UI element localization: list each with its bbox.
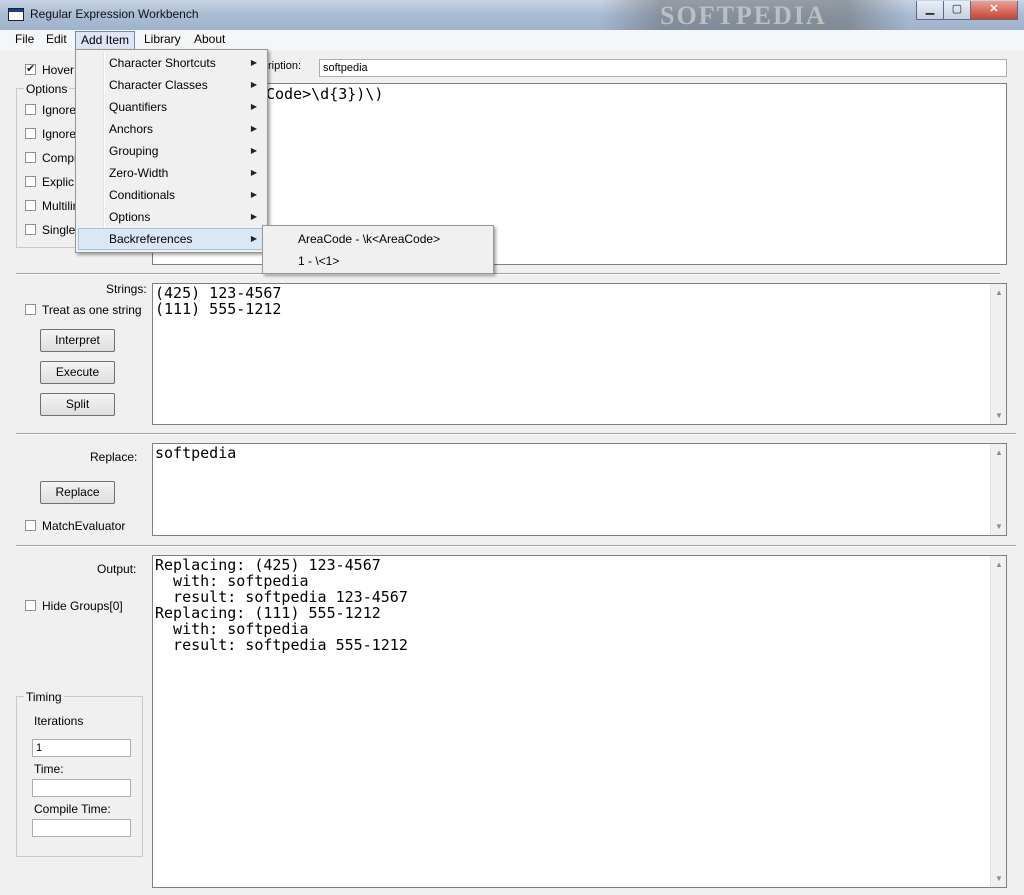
option-label-5: Multilin (42, 199, 80, 213)
scroll-down-icon[interactable]: ▼ (995, 874, 1003, 883)
menu-item-anchors[interactable]: Anchors ▶ (78, 118, 265, 140)
strings-scrollbar[interactable]: ▲ ▼ (990, 284, 1006, 424)
option-checkbox-1[interactable] (25, 104, 36, 115)
scroll-up-icon[interactable]: ▲ (995, 448, 1003, 457)
output-scrollbar[interactable]: ▲ ▼ (990, 556, 1006, 887)
menu-library[interactable]: Library (139, 31, 186, 48)
minimize-button[interactable]: ▁ (916, 1, 944, 20)
title-bar: Regular Expression Workbench SOFTPEDIA ▁… (0, 0, 1024, 31)
app-icon (8, 8, 24, 21)
menu-item-backreferences[interactable]: Backreferences ▶ (78, 228, 265, 250)
match-evaluator-label: MatchEvaluator (42, 519, 126, 533)
menu-item-label: Quantifiers (109, 100, 168, 114)
options-title: Options (24, 82, 70, 96)
menu-about[interactable]: About (189, 31, 230, 48)
menu-edit[interactable]: Edit (41, 31, 72, 48)
menu-item-label: Backreferences (109, 232, 193, 246)
watermark-text: SOFTPEDIA (660, 1, 827, 30)
option-label-4: Explic (42, 175, 75, 189)
scroll-down-icon[interactable]: ▼ (995, 522, 1003, 531)
replace-label: Replace: (90, 450, 138, 464)
menu-item-conditionals[interactable]: Conditionals ▶ (78, 184, 265, 206)
output-textarea[interactable]: Replacing: (425) 123-4567 with: softpedi… (152, 555, 1007, 888)
menu-item-character-shortcuts[interactable]: Character Shortcuts ▶ (78, 52, 265, 74)
menu-item-label: Character Shortcuts (109, 56, 216, 70)
time-input[interactable] (32, 779, 131, 797)
scroll-down-icon[interactable]: ▼ (995, 411, 1003, 420)
submenu-arrow-icon: ▶ (250, 168, 257, 177)
menu-item-label: Character Classes (109, 78, 208, 92)
replace-textarea[interactable]: softpedia (152, 443, 1007, 536)
menu-item-label: Zero-Width (109, 166, 169, 180)
menu-item-label: Options (109, 210, 151, 224)
hide-groups-label: Hide Groups[0] (42, 599, 123, 613)
strings-label: Strings: (106, 282, 147, 296)
menu-item-label: Conditionals (109, 188, 176, 202)
scroll-up-icon[interactable]: ▲ (995, 288, 1003, 297)
submenu-item-group-1[interactable]: 1 - \<1> (265, 250, 491, 272)
hover-checkbox[interactable] (25, 62, 36, 75)
time-label: Time: (34, 762, 64, 776)
regex-text: Code>\d{3})\) (266, 85, 384, 103)
option-checkbox-2[interactable] (25, 128, 36, 139)
menu-file[interactable]: File (10, 31, 39, 48)
description-input[interactable] (319, 59, 1007, 77)
menu-item-label: Grouping (109, 144, 159, 158)
watermark-banner: SOFTPEDIA (600, 0, 910, 30)
menu-item-zero-width[interactable]: Zero-Width ▶ (78, 162, 265, 184)
window-title: Regular Expression Workbench (30, 7, 199, 21)
submenu-arrow-icon: ▶ (250, 234, 257, 243)
treat-one-string-checkbox[interactable] (25, 304, 36, 315)
hide-groups-checkbox[interactable] (25, 600, 36, 611)
menu-item-quantifiers[interactable]: Quantifiers ▶ (78, 96, 265, 118)
compile-time-input[interactable] (32, 819, 131, 837)
submenu-arrow-icon: ▶ (250, 80, 257, 89)
menu-item-grouping[interactable]: Grouping ▶ (78, 140, 265, 162)
backreferences-submenu: AreaCode - \k<AreaCode> 1 - \<1> (262, 225, 494, 274)
match-evaluator-checkbox[interactable] (25, 520, 36, 531)
option-label-3: Compi (42, 151, 77, 165)
option-checkbox-5[interactable] (25, 200, 36, 211)
treat-one-string-label: Treat as one string (42, 303, 142, 317)
compile-time-label: Compile Time: (34, 802, 111, 816)
iterations-label: Iterations (34, 714, 84, 728)
option-checkbox-4[interactable] (25, 176, 36, 187)
separator-2 (16, 433, 1016, 435)
replace-scrollbar[interactable]: ▲ ▼ (990, 444, 1006, 535)
menu-item-character-classes[interactable]: Character Classes ▶ (78, 74, 265, 96)
hover-label: Hover (42, 63, 75, 77)
interpret-button[interactable]: Interpret (40, 329, 115, 352)
submenu-arrow-icon: ▶ (250, 190, 257, 199)
submenu-arrow-icon: ▶ (250, 212, 257, 221)
close-button[interactable]: ✕ (970, 1, 1018, 20)
separator-3 (16, 545, 1016, 547)
split-button[interactable]: Split (40, 393, 115, 416)
menu-add-item[interactable]: Add Item (75, 31, 136, 50)
submenu-arrow-icon: ▶ (250, 146, 257, 155)
description-label: ription: (268, 60, 302, 72)
submenu-item-areacode[interactable]: AreaCode - \k<AreaCode> (265, 228, 491, 250)
option-checkbox-3[interactable] (25, 152, 36, 163)
maximize-button[interactable]: ▢ (943, 1, 971, 20)
output-label: Output: (97, 562, 137, 576)
submenu-arrow-icon: ▶ (250, 58, 257, 67)
timing-title: Timing (24, 690, 64, 704)
scroll-up-icon[interactable]: ▲ (995, 560, 1003, 569)
add-item-dropdown: Character Shortcuts ▶ Character Classes ▶ … (75, 49, 268, 253)
option-label-6: Single (42, 223, 76, 237)
submenu-arrow-icon: ▶ (250, 124, 257, 133)
option-checkbox-6[interactable] (25, 224, 36, 235)
execute-button[interactable]: Execute (40, 361, 115, 384)
iterations-input[interactable] (32, 739, 131, 757)
strings-textarea[interactable]: (425) 123-4567 (111) 555-1212 (152, 283, 1007, 425)
separator-1 (16, 273, 1000, 275)
option-label-2: Ignore (42, 127, 77, 141)
replace-button[interactable]: Replace (40, 481, 115, 504)
menu-item-label: Anchors (109, 122, 154, 136)
submenu-arrow-icon: ▶ (250, 102, 257, 111)
menu-item-options[interactable]: Options ▶ (78, 206, 265, 228)
